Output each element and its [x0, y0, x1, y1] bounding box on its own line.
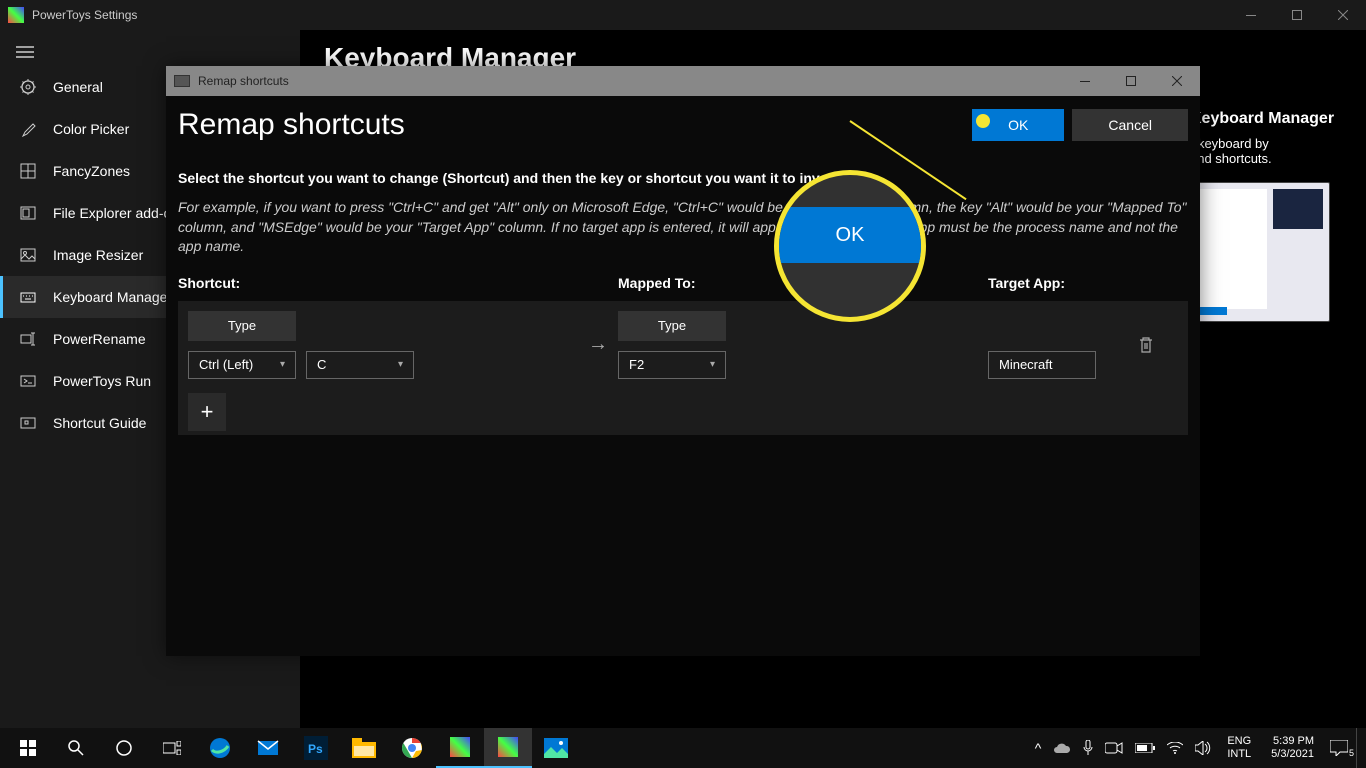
sidebar-item-label: Keyboard Manager: [53, 289, 172, 305]
tray-expand-icon[interactable]: ^: [1031, 740, 1046, 756]
dialog-example: For example, if you want to press "Ctrl+…: [178, 198, 1188, 257]
column-headers: Shortcut: Mapped To: Target App:: [178, 275, 1188, 291]
rename-icon: [19, 330, 37, 348]
taskbar-app-explorer[interactable]: [340, 728, 388, 768]
shortcut-modifier-select[interactable]: Ctrl (Left) ▾: [188, 351, 296, 379]
remap-shortcuts-dialog: Remap shortcuts Remap shortcuts OK Cance…: [166, 66, 1200, 656]
sidebar-item-label: FancyZones: [53, 163, 130, 179]
about-text: r keyboard by: [1190, 136, 1350, 151]
gear-icon: [19, 78, 37, 96]
chevron-down-icon: ▾: [710, 359, 715, 370]
dialog-titlebar: Remap shortcuts: [166, 66, 1200, 96]
type-mapped-button[interactable]: Type: [618, 311, 726, 341]
app-icon: [8, 7, 24, 23]
sidebar-item-label: Image Resizer: [53, 247, 143, 263]
delete-row-button[interactable]: [1138, 336, 1188, 354]
type-shortcut-button[interactable]: Type: [188, 311, 296, 341]
chevron-down-icon: ▾: [280, 359, 285, 370]
dialog-instructions: Select the shortcut you want to change (…: [178, 170, 1188, 186]
task-view-button[interactable]: [148, 728, 196, 768]
taskbar: Ps ^ ENG INTL 5:39 PM 5/3/2021 5: [0, 728, 1366, 768]
tray-volume-icon[interactable]: [1191, 741, 1215, 755]
image-icon: [19, 246, 37, 264]
minimize-button[interactable]: [1228, 0, 1274, 30]
add-row-button[interactable]: +: [188, 393, 226, 431]
sidebar-item-label: PowerToys Run: [53, 373, 151, 389]
chevron-down-icon: ▾: [398, 359, 403, 370]
sidebar-item-label: General: [53, 79, 103, 95]
svg-text:Ps: Ps: [308, 742, 323, 756]
hamburger-button[interactable]: [0, 38, 300, 66]
remap-row: Type Ctrl (Left) ▾ C ▾ → Type: [178, 301, 1188, 389]
mapped-key-select[interactable]: F2 ▾: [618, 351, 726, 379]
tray-wifi-icon[interactable]: [1163, 742, 1187, 754]
tray-mic-icon[interactable]: [1079, 740, 1097, 756]
dialog-close-button[interactable]: [1154, 66, 1200, 96]
tray-meetnow-icon[interactable]: [1101, 741, 1127, 755]
taskbar-app-photos[interactable]: [532, 728, 580, 768]
about-text: and shortcuts.: [1190, 151, 1350, 166]
about-panel: Keyboard Manager r keyboard by and short…: [1190, 110, 1350, 322]
taskbar-app-edge[interactable]: [196, 728, 244, 768]
col-shortcut-header: Shortcut:: [178, 275, 618, 291]
guide-icon: [19, 414, 37, 432]
show-desktop-button[interactable]: [1356, 728, 1362, 768]
tray-battery-icon[interactable]: [1131, 743, 1159, 753]
run-icon: [19, 372, 37, 390]
tray-language[interactable]: ENG INTL: [1219, 735, 1259, 761]
sidebar-item-label: Color Picker: [53, 121, 129, 137]
close-button[interactable]: [1320, 0, 1366, 30]
col-target-header: Target App:: [988, 275, 1188, 291]
keyboard-icon: [19, 288, 37, 306]
window-titlebar: PowerToys Settings: [0, 0, 1366, 30]
shortcut-key-select[interactable]: C ▾: [306, 351, 414, 379]
dialog-minimize-button[interactable]: [1062, 66, 1108, 96]
grid-icon: [19, 162, 37, 180]
annotation-circle: OK: [774, 170, 926, 322]
eyedropper-icon: [19, 120, 37, 138]
start-button[interactable]: [4, 728, 52, 768]
search-button[interactable]: [52, 728, 100, 768]
target-app-input[interactable]: Minecraft: [988, 351, 1096, 379]
dialog-window-title: Remap shortcuts: [198, 74, 289, 88]
annotation-dot: [976, 114, 990, 128]
sidebar-item-label: PowerRename: [53, 331, 146, 347]
dialog-title: Remap shortcuts: [178, 108, 964, 142]
window-title: PowerToys Settings: [32, 8, 137, 22]
arrow-icon: →: [578, 333, 618, 356]
sidebar-item-label: Shortcut Guide: [53, 415, 146, 431]
taskbar-app-chrome[interactable]: [388, 728, 436, 768]
taskbar-app-photoshop[interactable]: Ps: [292, 728, 340, 768]
taskbar-app-mail[interactable]: [244, 728, 292, 768]
about-thumbnail: [1190, 182, 1330, 322]
cortana-button[interactable]: [100, 728, 148, 768]
dialog-maximize-button[interactable]: [1108, 66, 1154, 96]
tray-onedrive-icon[interactable]: [1049, 742, 1075, 754]
tray-clock[interactable]: 5:39 PM 5/3/2021: [1263, 735, 1322, 761]
about-heading: Keyboard Manager: [1190, 110, 1350, 128]
taskbar-app-powertoys-2[interactable]: [484, 728, 532, 768]
dialog-icon: [174, 75, 190, 87]
cancel-button[interactable]: Cancel: [1072, 109, 1188, 141]
preview-icon: [19, 204, 37, 222]
annotation-label: OK: [777, 207, 923, 263]
tray-notifications-icon[interactable]: 5: [1326, 740, 1352, 756]
taskbar-app-powertoys[interactable]: [436, 728, 484, 768]
maximize-button[interactable]: [1274, 0, 1320, 30]
